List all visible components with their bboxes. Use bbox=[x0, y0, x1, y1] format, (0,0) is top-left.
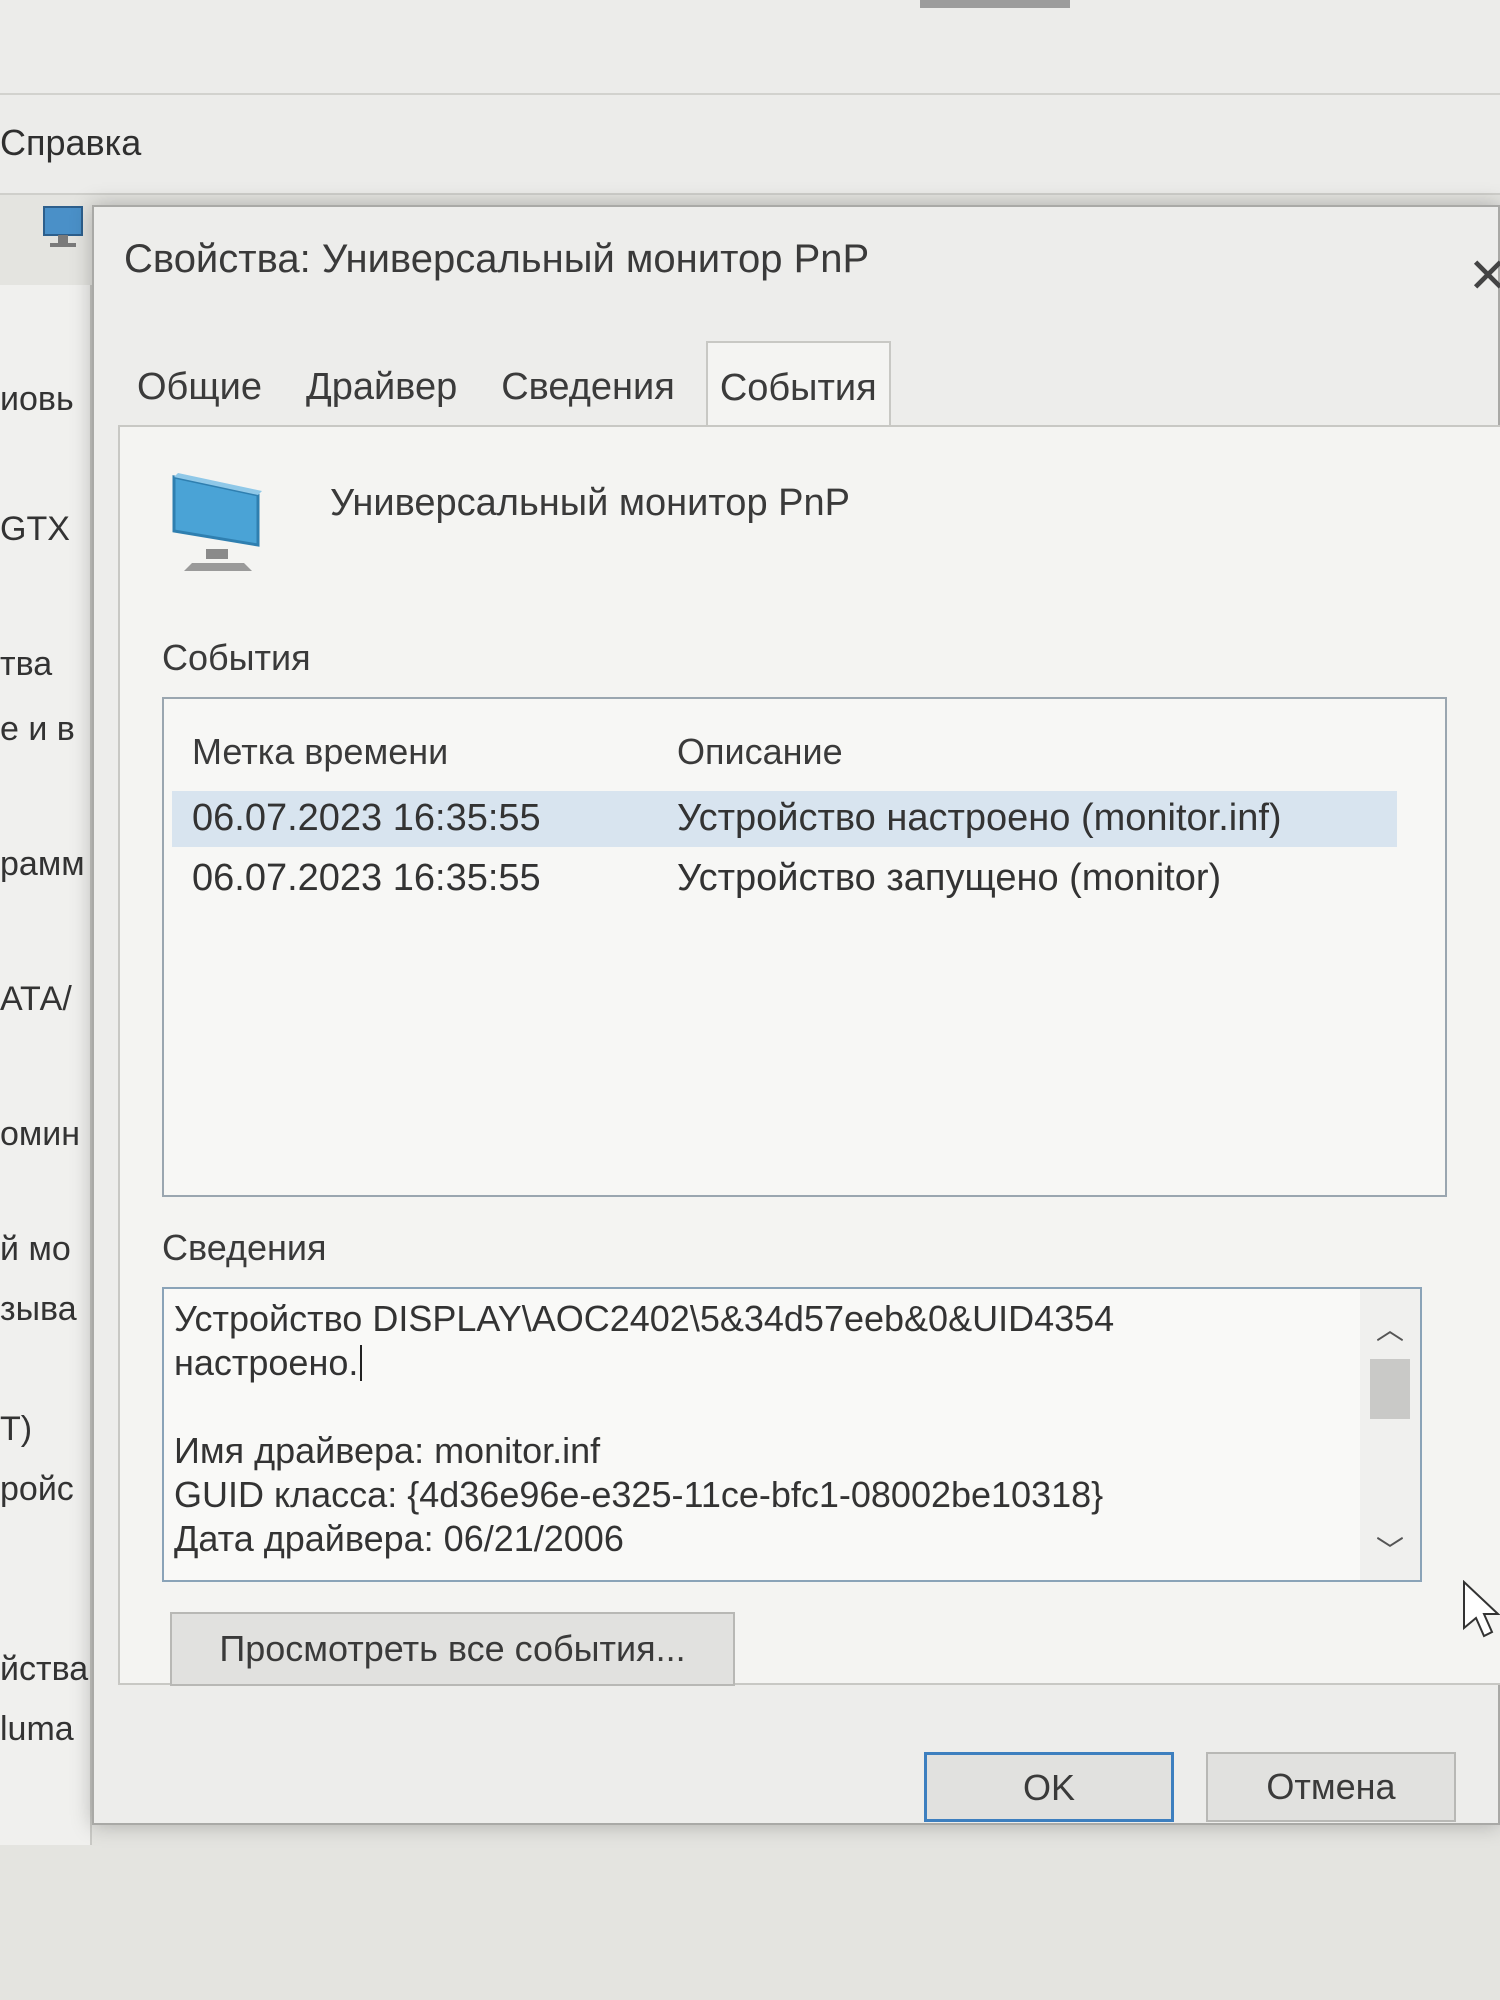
properties-dialog: Свойства: Универсальный монитор PnP ✕ Об… bbox=[92, 205, 1500, 1825]
tree-item[interactable]: тва bbox=[0, 645, 52, 684]
details-line: Устройство DISPLAY\AOC2402\5&34d57eeb&0&… bbox=[174, 1298, 1115, 1339]
close-icon[interactable]: ✕ bbox=[1458, 247, 1500, 307]
tree-item[interactable]: зыва bbox=[0, 1290, 77, 1329]
table-row[interactable]: 06.07.2023 16:35:55 Устройство настроено… bbox=[172, 791, 1397, 847]
details-line: настроено. bbox=[174, 1341, 1334, 1385]
events-list[interactable]: Метка времени Описание 06.07.2023 16:35:… bbox=[162, 697, 1447, 1197]
tree-item[interactable]: й мо bbox=[0, 1230, 71, 1269]
scroll-up-icon[interactable]: ︿ bbox=[1360, 1305, 1420, 1355]
ok-button[interactable]: OK bbox=[924, 1752, 1174, 1822]
tree-item[interactable]: йства bbox=[0, 1650, 88, 1689]
tab-events[interactable]: События bbox=[705, 341, 891, 427]
details-text: Устройство DISPLAY\AOC2402\5&34d57eeb&0&… bbox=[174, 1297, 1334, 1561]
tree-item[interactable]: GTX bbox=[0, 510, 70, 549]
tree-item[interactable]: иовь bbox=[0, 380, 74, 419]
scroll-down-icon[interactable]: ﹀ bbox=[1360, 1526, 1420, 1576]
details-line-text: настроено. bbox=[174, 1342, 359, 1383]
tree-item[interactable]: АТА/ bbox=[0, 980, 72, 1019]
details-line bbox=[174, 1385, 1334, 1429]
mouse-cursor-icon bbox=[1463, 1580, 1500, 1638]
details-section-label: Сведения bbox=[162, 1227, 327, 1268]
background-title-mark bbox=[920, 0, 1070, 8]
column-header-description[interactable]: Описание bbox=[677, 731, 843, 773]
tree-item[interactable]: е и в bbox=[0, 710, 75, 749]
dialog-title: Свойства: Универсальный монитор PnP bbox=[124, 237, 870, 281]
details-line: GUID класса: {4d36e96e-e325-11ce-bfc1-08… bbox=[174, 1474, 1104, 1515]
event-timestamp: 06.07.2023 16:35:55 bbox=[192, 857, 541, 899]
column-header-timestamp[interactable]: Метка времени bbox=[192, 731, 448, 773]
tree-item[interactable]: luma bbox=[0, 1710, 74, 1749]
text-caret bbox=[360, 1345, 363, 1381]
tree-item[interactable]: ройс bbox=[0, 1470, 74, 1509]
scroll-thumb[interactable] bbox=[1370, 1359, 1410, 1419]
tree-item[interactable]: омин bbox=[0, 1115, 80, 1154]
background-device-tree: иовь GTX тва е и в рамм АТА/ омин й мо з… bbox=[0, 285, 92, 1845]
tab-details[interactable]: Сведения bbox=[488, 347, 688, 427]
cancel-button[interactable]: Отмена bbox=[1206, 1752, 1456, 1822]
tree-item[interactable]: рамм bbox=[0, 845, 85, 884]
tab-strip: Общие Драйвер Сведения События bbox=[124, 341, 909, 427]
view-all-events-button[interactable]: Просмотреть все события... bbox=[170, 1612, 735, 1686]
event-timestamp: 06.07.2023 16:35:55 bbox=[192, 797, 541, 839]
details-line: Дата драйвера: 06/21/2006 bbox=[174, 1518, 624, 1559]
tree-item[interactable]: Т) bbox=[0, 1410, 32, 1449]
table-row[interactable]: 06.07.2023 16:35:55 Устройство запущено … bbox=[172, 851, 1397, 907]
toolbar-monitor-icon[interactable] bbox=[40, 205, 90, 249]
details-line: Имя драйвера: monitor.inf bbox=[174, 1430, 601, 1471]
background-menu-bar bbox=[0, 95, 1500, 195]
monitor-icon bbox=[172, 473, 262, 571]
event-description: Устройство настроено (monitor.inf) bbox=[677, 797, 1282, 839]
event-description: Устройство запущено (monitor) bbox=[677, 857, 1222, 899]
events-tab-panel: Универсальный монитор PnP События Метка … bbox=[118, 425, 1500, 1686]
background-title-strip bbox=[0, 0, 1500, 95]
details-scrollbar[interactable]: ︿ ﹀ bbox=[1360, 1289, 1420, 1580]
events-section-label: События bbox=[162, 637, 311, 678]
tab-general[interactable]: Общие bbox=[124, 347, 275, 427]
menu-help[interactable]: Справка bbox=[0, 122, 141, 164]
details-textbox[interactable]: Устройство DISPLAY\AOC2402\5&34d57eeb&0&… bbox=[162, 1287, 1422, 1582]
tab-driver[interactable]: Драйвер bbox=[293, 347, 470, 427]
device-name: Универсальный монитор PnP bbox=[330, 482, 850, 524]
